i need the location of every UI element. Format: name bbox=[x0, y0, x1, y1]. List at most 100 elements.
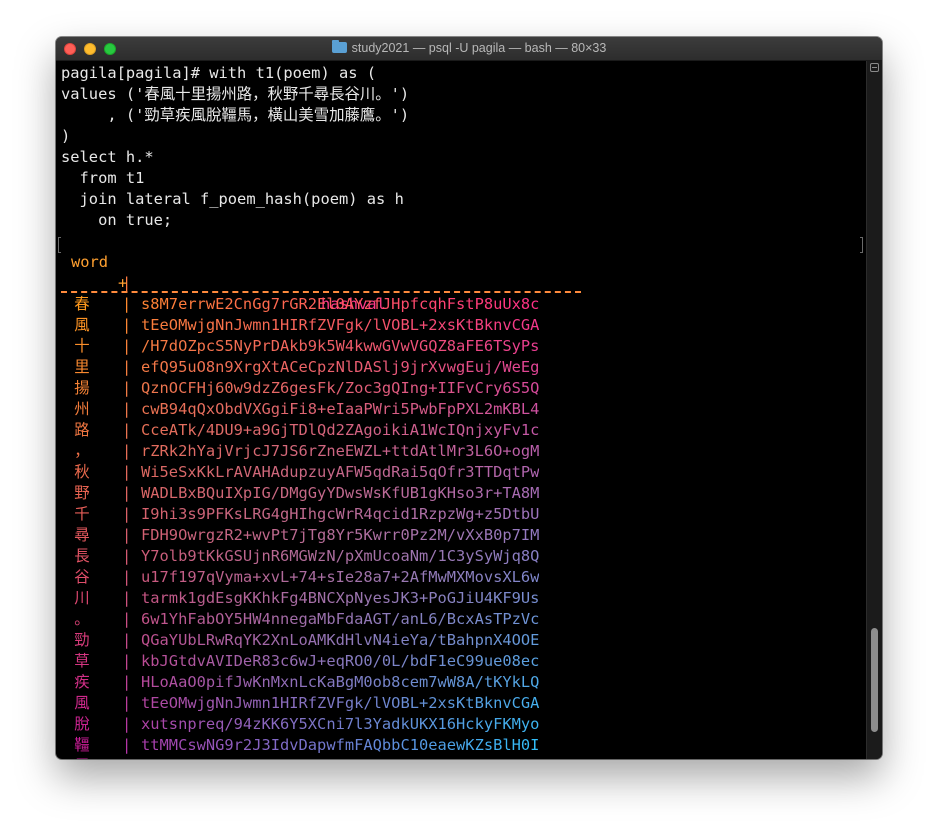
word-cell: 馬 bbox=[71, 756, 93, 759]
column-separator: | bbox=[122, 505, 132, 523]
window-title-area: study2021 — psql -U pagila — bash — 80×3… bbox=[56, 37, 882, 60]
column-separator: | bbox=[122, 736, 132, 754]
hashval-cell: HLoAaO0pifJwKnMxnLcKaBgM0ob8cem7wW8A/tKY… bbox=[141, 673, 540, 691]
word-cell: 十 bbox=[74, 337, 90, 355]
table-row: 脫 | xutsnpreq/94zKK6Y5XCni7l3YadkUKX16Hcky… bbox=[56, 714, 616, 735]
minimize-button[interactable] bbox=[84, 43, 96, 55]
table-row: ， | rZRk2hYajVrjcJ7JS6rZneEWZL+ttdAtlMr3L6… bbox=[56, 441, 616, 462]
table-row: 勁 | QGaYUbLRwRqYK2XnLoAMKdHlvN4ieYa/tBahpn… bbox=[56, 630, 616, 651]
hashval-cell: efQ95uO8n9XrgXtACeCpzNlDASlj9jrXvwgEuj/W… bbox=[141, 358, 540, 376]
command-line: from t1 bbox=[61, 169, 145, 187]
table-row: 揚 | QznOCFHj60w9dzZ6gesFk/Zoc3gQIng+IIFvCr… bbox=[56, 378, 616, 399]
table-row: 長 | Y7olb9tKkGSUjnR6MGWzN/pXmUcoaNm/1C3ySy… bbox=[56, 546, 616, 567]
column-separator: | bbox=[122, 337, 132, 355]
word-cell: 長 bbox=[74, 547, 90, 565]
hashval-cell: kbJGtdvAVIDeR83c6wJ+eqRO0/0L/bdF1eC99ue0… bbox=[141, 652, 540, 670]
column-separator: | bbox=[122, 379, 132, 397]
table-row: 春 | s8M7errwE2CnGg7rGR2El0AYzfJHpfcqhFstP8… bbox=[56, 294, 616, 315]
word-cell: 風 bbox=[74, 694, 90, 712]
table-row: 路 | CceATk/4DU9+a9GjTDlQd2ZAgoikiA1WcIQnjx… bbox=[56, 420, 616, 441]
table-row: 風 | tEeOMwjgNnJwmn1HIRfZVFgk/lVOBL+2xsKtBk… bbox=[56, 315, 616, 336]
word-cell: 春 bbox=[74, 295, 90, 313]
column-separator: | bbox=[122, 756, 131, 759]
word-cell: 。 bbox=[74, 610, 90, 628]
command-line: select h.* bbox=[61, 148, 154, 166]
hashval-cell: s8M7errwE2CnGg7rGR2El0AYzfJHpfcqhFstP8uU… bbox=[141, 295, 540, 313]
header-separator bbox=[61, 291, 581, 293]
title-bar[interactable]: study2021 — psql -U pagila — bash — 80×3… bbox=[56, 37, 882, 61]
hashval-cell: kRPk83zkTvasC0ZjCcjkWmAU1N47nFTE5/jBLsUe… bbox=[141, 756, 539, 759]
column-separator: | bbox=[122, 694, 132, 712]
column-separator: | bbox=[122, 631, 132, 649]
hashval-cell: tEeOMwjgNnJwmn1HIRfZVFgk/lVOBL+2xsKtBknv… bbox=[141, 694, 540, 712]
close-button[interactable] bbox=[64, 43, 76, 55]
word-cell: 谷 bbox=[74, 568, 90, 586]
table-row: 州 | cwB94qQxObdVXGgiFi8+eIaaPWri5PwbFpPXL2… bbox=[56, 399, 616, 420]
word-cell: 野 bbox=[74, 484, 90, 502]
hashval-cell: /H7dOZpcS5NyPrDAkb9k5W4kwwGVwVGQZ8aFE6TS… bbox=[141, 337, 540, 355]
terminal-window: study2021 — psql -U pagila — bash — 80×3… bbox=[56, 37, 882, 759]
column-separator: | bbox=[122, 400, 132, 418]
word-cell: 韁 bbox=[74, 736, 90, 754]
scrollbar[interactable] bbox=[866, 61, 882, 759]
word-cell: 脫 bbox=[74, 715, 90, 733]
result-header: word | hashval bbox=[56, 231, 616, 313]
table-row: 疾 | HLoAaO0pifJwKnMxnLcKaBgM0ob8cem7wW8A/t… bbox=[56, 672, 616, 693]
word-cell: 路 bbox=[74, 421, 90, 439]
column-separator: | bbox=[122, 715, 132, 733]
column-header-word: word bbox=[71, 253, 109, 271]
column-separator: | bbox=[122, 547, 132, 565]
hashval-cell: u17f197qVyma+xvL+74+sIe28a7+2AfMwMXMovsX… bbox=[141, 568, 540, 586]
hashval-cell: QGaYUbLRwRqYK2XnLoAMKdHlvN4ieYa/tBahpnX4… bbox=[141, 631, 540, 649]
command-line: ) bbox=[61, 127, 71, 145]
table-row: 尋 | FDH9OwrgzR2+wvPt7jTg8Yr5Kwrr0Pz2M/vXxB… bbox=[56, 525, 616, 546]
folder-icon bbox=[331, 40, 347, 53]
table-row: 。 | 6w1YhFabOY5HW4nnegaMbFdaAGT/anL6/BcxAs… bbox=[56, 609, 616, 630]
word-cell: 秋 bbox=[74, 463, 90, 481]
table-row: 韁 | ttMMCswNG9r2J3IdvDapwfmFAQbbC10eaewKZs… bbox=[56, 735, 616, 756]
hashval-cell: tarmk1gdEsgKKhkFg4BNCXpNyesJK3+PoGJiU4KF… bbox=[141, 589, 540, 607]
terminal-output[interactable]: pagila[pagila]# with t1(poem) as ( value… bbox=[56, 61, 866, 759]
column-separator: | bbox=[122, 484, 132, 502]
word-cell: 尋 bbox=[74, 526, 90, 544]
hashval-cell: I9hi3s9PFKsLRG4gHIhgcWrR4qcid1RzpzWg+z5D… bbox=[141, 505, 540, 523]
column-separator: | bbox=[122, 295, 132, 313]
word-cell: 風 bbox=[74, 316, 90, 334]
word-cell: 里 bbox=[74, 358, 90, 376]
column-separator: | bbox=[122, 442, 132, 460]
hashval-cell: ttMMCswNG9r2J3IdvDapwfmFAQbbC10eaewKZsBl… bbox=[141, 736, 540, 754]
hashval-cell: CceATk/4DU9+a9GjTDlQd2ZAgoikiA1WcIQnjxyF… bbox=[141, 421, 540, 439]
column-separator: | bbox=[122, 589, 132, 607]
column-separator: | bbox=[122, 421, 132, 439]
hashval-cell: 6w1YhFabOY5HW4nnegaMbFdaAGT/anL6/BcxAsTP… bbox=[141, 610, 540, 628]
table-row: 馬 | kRPk83zkTvasC0ZjCcjkWmAU1N47nFTE5/jBLs… bbox=[56, 756, 616, 759]
column-separator: | bbox=[122, 610, 132, 628]
hashval-cell: FDH9OwrgzR2+wvPt7jTg8Yr5Kwrr0Pz2M/vXxB0p… bbox=[141, 526, 540, 544]
word-cell: 揚 bbox=[74, 379, 90, 397]
hashval-cell: cwB94qQxObdVXGgiFi8+eIaaPWri5PwbFpPXL2mK… bbox=[141, 400, 540, 418]
scroll-collapse-icon[interactable] bbox=[870, 63, 879, 72]
table-row: 野 | WADLBxBQuIXpIG/DMgGyYDwsWsKfUB1gKHso3r… bbox=[56, 483, 616, 504]
scrollbar-thumb[interactable] bbox=[871, 628, 878, 732]
table-row: 川 | tarmk1gdEsgKKhkFg4BNCXpNyesJK3+PoGJiU4… bbox=[56, 588, 616, 609]
column-separator: | bbox=[122, 652, 132, 670]
hashval-cell: Y7olb9tKkGSUjnR6MGWzN/pXmUcoaNm/1C3ySyWj… bbox=[141, 547, 540, 565]
word-cell: ， bbox=[74, 442, 90, 460]
word-cell: 千 bbox=[74, 505, 90, 523]
column-separator: | bbox=[122, 463, 132, 481]
zoom-button[interactable] bbox=[104, 43, 116, 55]
table-row: 千 | I9hi3s9PFKsLRG4gHIhgcWrR4qcid1RzpzWg+z… bbox=[56, 504, 616, 525]
hashval-cell: Wi5eSxKkLrAVAHAdupzuyAFW5qdRai5qOfr3TTDq… bbox=[141, 463, 540, 481]
prompt-line: pagila[pagila]# with t1(poem) as ( bbox=[61, 64, 377, 82]
column-separator: | bbox=[122, 568, 132, 586]
column-separator: | bbox=[122, 673, 132, 691]
command-line: values ('春風十里揚州路，秋野千尋長谷川。') bbox=[61, 85, 410, 103]
table-row: 風 | tEeOMwjgNnJwmn1HIRfZVFgk/lVOBL+2xsKtBk… bbox=[56, 693, 616, 714]
word-cell: 州 bbox=[74, 400, 90, 418]
window-title: study2021 — psql -U pagila — bash — 80×3… bbox=[351, 41, 607, 55]
table-row: 里 | efQ95uO8n9XrgXtACeCpzNlDASlj9jrXvwgEuj… bbox=[56, 357, 616, 378]
separator-plus: + bbox=[118, 274, 128, 292]
command-line: join lateral f_poem_hash(poem) as h bbox=[61, 190, 404, 208]
word-cell: 草 bbox=[74, 652, 90, 670]
table-row: 十 | /H7dOZpcS5NyPrDAkb9k5W4kwwGVwVGQZ8aFE6… bbox=[56, 336, 616, 357]
